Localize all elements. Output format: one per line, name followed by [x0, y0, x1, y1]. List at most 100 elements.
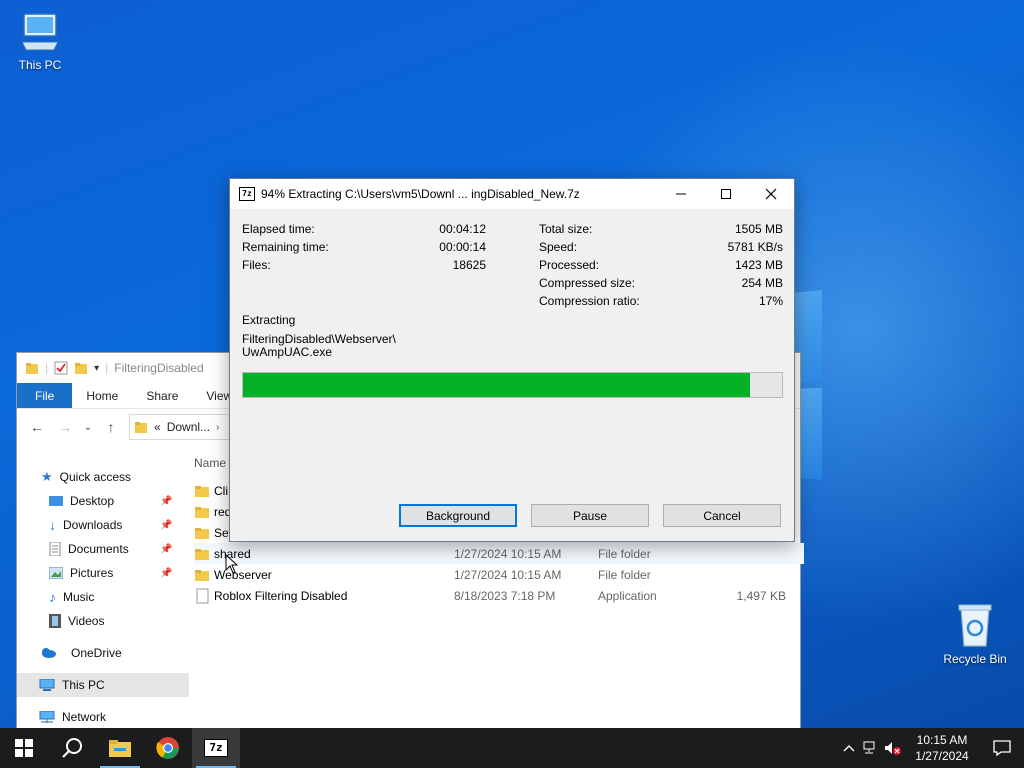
chevron-right-icon[interactable]: › [216, 422, 219, 433]
file-row[interactable]: shared 1/27/2024 10:15 AM File folder [194, 543, 804, 564]
recycle-bin-icon [958, 604, 992, 647]
nav-label: Music [63, 590, 95, 604]
desktop-icon-this-pc[interactable]: This PC [2, 10, 78, 72]
up-arrow-icon[interactable]: ↑ [101, 417, 121, 437]
desktop-icon [49, 496, 63, 506]
network-icon [39, 711, 55, 723]
back-arrow-icon[interactable]: ← [27, 417, 47, 437]
speed-value: 5781 KB/s [727, 240, 783, 254]
column-header-name[interactable]: Name [194, 456, 226, 470]
maximize-button[interactable] [703, 179, 749, 209]
total-size-label: Total size: [539, 222, 593, 236]
address-segment[interactable]: Downl... [167, 420, 210, 434]
nav-label: Documents [68, 542, 129, 556]
speed-label: Speed: [539, 240, 578, 254]
clock-time: 10:15 AM [916, 733, 968, 747]
search-icon [62, 738, 82, 758]
dialog-titlebar[interactable]: 7z 94% Extracting C:\Users\vm5\Downl ...… [230, 179, 794, 209]
volume-button[interactable] [882, 728, 904, 768]
new-folder-icon[interactable] [74, 361, 88, 375]
file-size: 1,497 KB [736, 588, 786, 603]
action-center-button[interactable] [980, 728, 1024, 768]
address-overflow[interactable]: « [154, 420, 161, 434]
processed-label: Processed: [539, 258, 600, 272]
explorer-title: FilteringDisabled [114, 361, 204, 375]
taskbar-chrome[interactable] [144, 728, 192, 768]
customize-toolbar-chevron-icon[interactable]: ▾ [94, 363, 99, 374]
file-type: File folder [598, 546, 651, 561]
start-button[interactable] [0, 728, 48, 768]
remaining-time-value: 00:00:14 [439, 240, 486, 254]
file-row[interactable]: Webserver 1/27/2024 10:15 AM File folder [194, 564, 804, 585]
current-path-line1: FilteringDisabled\Webserver\ [242, 332, 396, 346]
pictures-icon [49, 567, 63, 579]
nav-music[interactable]: ♪ Music [17, 585, 189, 609]
desktop-icon-recycle-bin[interactable]: Recycle Bin [937, 602, 1013, 666]
star-icon: ★ [41, 469, 53, 484]
file-date: 1/27/2024 10:15 AM [454, 546, 562, 561]
show-hidden-icons-button[interactable] [838, 728, 860, 768]
maximize-icon [721, 189, 731, 199]
elapsed-time-value: 00:04:12 [439, 222, 486, 236]
folder-icon [195, 485, 209, 497]
files-label: Files: [242, 258, 271, 272]
elapsed-time-label: Elapsed time: [242, 222, 315, 236]
nav-documents[interactable]: Documents 📌 [17, 537, 189, 561]
mouse-cursor-icon [225, 554, 239, 574]
taskbar-clock[interactable]: 10:15 AM 1/27/2024 [904, 732, 980, 764]
compression-ratio-value: 17% [758, 294, 783, 308]
tab-home[interactable]: Home [72, 383, 132, 408]
address-bar[interactable]: « Downl... › [129, 414, 239, 440]
network-status-button[interactable] [860, 728, 882, 768]
nav-quick-access[interactable]: ★ Quick access [17, 465, 189, 489]
minimize-button[interactable] [658, 179, 704, 209]
taskbar: 7z 10:15 AM 1/27/2024 [0, 728, 1024, 768]
file-type: File folder [598, 567, 651, 582]
tab-share[interactable]: Share [132, 383, 192, 408]
nav-label: Videos [68, 614, 105, 628]
nav-this-pc[interactable]: This PC [17, 673, 189, 697]
taskbar-7zip[interactable]: 7z [192, 728, 240, 768]
nav-onedrive[interactable]: OneDrive [17, 641, 189, 665]
operation-label: Extracting [242, 313, 296, 327]
forward-arrow-icon[interactable]: → [55, 417, 75, 437]
cancel-button[interactable]: Cancel [663, 504, 781, 527]
pin-icon[interactable]: 📌 [160, 496, 172, 507]
pin-icon[interactable]: 📌 [160, 544, 172, 555]
background-button[interactable]: Background [399, 504, 517, 527]
pin-icon[interactable]: 📌 [160, 520, 172, 531]
folder-icon [195, 548, 209, 560]
nav-network[interactable]: Network [17, 705, 189, 729]
separator: | [45, 361, 49, 375]
file-date: 1/27/2024 10:15 AM [454, 567, 562, 582]
properties-check-icon[interactable] [54, 361, 68, 375]
file-name: Cli [214, 483, 228, 498]
taskbar-file-explorer[interactable] [96, 728, 144, 768]
file-row[interactable]: Roblox Filtering Disabled 8/18/2023 7:18… [194, 585, 804, 606]
pause-button[interactable]: Pause [531, 504, 649, 527]
pin-icon[interactable]: 📌 [160, 568, 172, 579]
separator: | [105, 361, 109, 375]
nav-label: Network [62, 710, 107, 724]
file-explorer-icon [109, 740, 131, 757]
download-arrow-icon: ↓ [49, 517, 56, 533]
folder-icon [25, 361, 39, 375]
compression-ratio-label: Compression ratio: [539, 294, 640, 308]
nav-label: Downloads [63, 518, 123, 532]
nav-videos[interactable]: Videos [17, 609, 189, 633]
nav-label: Desktop [70, 494, 115, 508]
recent-locations-chevron-icon[interactable]: ⌄ [83, 417, 93, 437]
files-value: 18625 [452, 258, 486, 272]
close-button[interactable] [748, 179, 794, 209]
total-size-value: 1505 MB [734, 222, 783, 236]
clock-date: 1/27/2024 [915, 749, 969, 763]
nav-downloads[interactable]: ↓ Downloads 📌 [17, 513, 189, 537]
current-file-name: UwAmpUAC.exe [242, 345, 333, 359]
nav-desktop[interactable]: Desktop 📌 [17, 489, 189, 513]
search-button[interactable] [48, 728, 96, 768]
volume-muted-icon [885, 742, 901, 755]
nav-pictures[interactable]: Pictures 📌 [17, 561, 189, 585]
tab-file[interactable]: File [17, 383, 73, 408]
folder-icon [195, 527, 209, 539]
file-name: Webserver [214, 567, 272, 582]
